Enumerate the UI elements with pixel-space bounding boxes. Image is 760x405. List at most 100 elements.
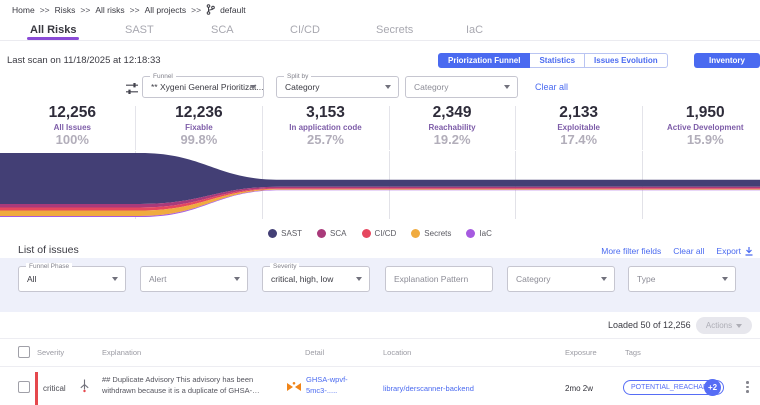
clear-all-link[interactable]: Clear all bbox=[535, 82, 568, 92]
filter-placeholder: Type bbox=[637, 274, 656, 284]
statistics-button[interactable]: Statistics bbox=[530, 53, 586, 68]
breadcrumb-risks[interactable]: Risks bbox=[55, 5, 76, 15]
funnel-area-chart bbox=[0, 151, 760, 219]
last-scan-text: Last scan on 11/18/2025 at 12:18:33 bbox=[7, 55, 161, 66]
chevron-down-icon bbox=[356, 277, 362, 281]
tab-bar: All Risks SAST SCA CI/CD Secrets IaC bbox=[0, 24, 760, 41]
inventory-assets-button[interactable]: Inventory Assets bbox=[694, 53, 760, 80]
advisory-package-icon bbox=[287, 382, 301, 391]
stat-divider bbox=[642, 106, 643, 150]
filter-label: Funnel Phase bbox=[26, 263, 73, 271]
filter-explanation-pattern[interactable]: Explanation Pattern bbox=[385, 266, 493, 292]
stat-label: Reachability bbox=[428, 123, 476, 132]
legend-item-secrets[interactable]: Secrets bbox=[411, 229, 451, 238]
stat-count: 12,236 bbox=[175, 104, 223, 121]
issues-evolution-button[interactable]: Issues Evolution bbox=[585, 53, 668, 68]
category-select[interactable]: Category bbox=[405, 76, 518, 98]
filter-funnel-phase[interactable]: Funnel Phase All bbox=[18, 263, 126, 292]
chevron-down-icon bbox=[601, 277, 607, 281]
list-of-issues-title: List of issues bbox=[18, 244, 79, 256]
more-filter-fields-link[interactable]: More filter fields bbox=[601, 246, 661, 256]
explanation-text: ## Duplicate Advisory This advisory has … bbox=[102, 375, 254, 395]
tab-sast[interactable]: SAST bbox=[125, 24, 154, 36]
tab-label: SAST bbox=[125, 24, 154, 36]
chevron-down-icon bbox=[112, 277, 118, 281]
export-link[interactable]: Export bbox=[716, 246, 754, 256]
breadcrumb-home[interactable]: Home bbox=[12, 5, 35, 15]
stat-count: 12,256 bbox=[48, 104, 96, 121]
filter-category[interactable]: Category bbox=[507, 266, 615, 292]
row-kebab-menu[interactable] bbox=[744, 379, 751, 395]
stat-percent: 25.7% bbox=[307, 132, 344, 147]
actions-button[interactable]: Actions bbox=[696, 317, 752, 334]
git-branch-icon bbox=[206, 4, 215, 15]
stat-all-issues: 12,256 All Issues 100% bbox=[9, 104, 136, 150]
breadcrumb-separator: >> bbox=[129, 4, 140, 15]
stat-count: 3,153 bbox=[306, 104, 345, 121]
tag-more-badge[interactable]: +2 bbox=[704, 379, 721, 396]
legend-item-sast[interactable]: SAST bbox=[268, 229, 302, 238]
row-checkbox[interactable] bbox=[18, 381, 30, 393]
severity-value: critical bbox=[43, 384, 66, 393]
priorization-funnel-button[interactable]: Priorization Funnel bbox=[438, 53, 531, 68]
split-by-select[interactable]: Split by Category bbox=[276, 73, 399, 98]
legend-dot bbox=[466, 229, 476, 238]
filter-type[interactable]: Type bbox=[628, 266, 736, 292]
tab-sca[interactable]: SCA bbox=[211, 24, 234, 36]
stat-label: Fixable bbox=[185, 123, 213, 132]
chart-legend: SAST SCA CI/CD Secrets IaC bbox=[0, 229, 760, 238]
tab-all-risks[interactable]: All Risks bbox=[27, 24, 80, 40]
stat-exploitable: 2,133 Exploitable 17.4% bbox=[515, 104, 642, 150]
legend-item-cicd[interactable]: CI/CD bbox=[361, 229, 396, 238]
tab-cicd[interactable]: CI/CD bbox=[290, 24, 320, 36]
filter-alert[interactable]: Alert bbox=[140, 266, 248, 292]
stat-count: 1,950 bbox=[685, 104, 725, 121]
breadcrumb-all-risks[interactable]: All risks bbox=[95, 5, 124, 15]
actions-label: Actions bbox=[705, 321, 733, 330]
filter-placeholder: Category bbox=[516, 274, 551, 284]
stat-label: All Issues bbox=[53, 123, 91, 132]
tab-secrets[interactable]: Secrets bbox=[376, 24, 413, 36]
legend-item-iac[interactable]: IaC bbox=[466, 229, 492, 238]
legend-item-sca[interactable]: SCA bbox=[317, 229, 347, 238]
exposure-value: 2mo 2w bbox=[565, 384, 594, 393]
legend-label: SCA bbox=[330, 229, 347, 238]
stat-divider bbox=[389, 106, 390, 150]
column-header-location: Location bbox=[383, 348, 412, 357]
location-link[interactable]: library/derscanner-backend bbox=[383, 384, 474, 393]
tab-label: CI/CD bbox=[290, 24, 320, 36]
breadcrumb-all-projects[interactable]: All projects bbox=[145, 5, 187, 15]
stat-count: 2,349 bbox=[432, 104, 472, 121]
stat-fixable: 12,236 Fixable 99.8% bbox=[136, 104, 263, 150]
clear-all-filters-link[interactable]: Clear all bbox=[673, 246, 704, 256]
chevron-down-icon bbox=[736, 323, 743, 328]
table-divider bbox=[0, 366, 760, 367]
breadcrumb-separator: >> bbox=[80, 4, 91, 15]
chevron-down-icon bbox=[250, 85, 256, 89]
column-header-severity: Severity bbox=[37, 348, 65, 357]
tab-label: All Risks bbox=[30, 24, 77, 36]
breadcrumb-current-project[interactable]: default bbox=[220, 5, 246, 15]
breadcrumb: Home >> Risks >> All risks >> All projec… bbox=[12, 4, 246, 15]
stat-count: 2,133 bbox=[559, 104, 599, 121]
issue-type-claw-icon bbox=[80, 379, 89, 393]
filter-severity[interactable]: Severity critical, high, low bbox=[262, 263, 370, 292]
tab-iac[interactable]: IaC bbox=[466, 24, 483, 36]
tune-sliders-icon[interactable] bbox=[125, 82, 139, 95]
filter-placeholder: Explanation Pattern bbox=[394, 274, 469, 284]
funnel-select-label: Funnel bbox=[150, 73, 176, 81]
severity-color-bar bbox=[35, 372, 38, 405]
stat-percent: 19.2% bbox=[433, 132, 471, 147]
list-links: More filter fields Clear all Export bbox=[601, 246, 754, 256]
funnel-select[interactable]: Funnel ** Xygeni General Prioritizat... bbox=[142, 73, 264, 98]
legend-dot bbox=[268, 229, 278, 238]
legend-label: Secrets bbox=[424, 229, 452, 238]
stat-divider bbox=[515, 106, 516, 150]
stat-reachability: 2,349 Reachability 19.2% bbox=[389, 104, 516, 150]
chevron-down-icon bbox=[385, 85, 391, 89]
funnel-stage-stats: 12,256 All Issues 100% 12,236 Fixable 99… bbox=[9, 104, 760, 150]
download-icon bbox=[745, 247, 753, 256]
stat-divider bbox=[135, 106, 136, 150]
select-all-checkbox[interactable] bbox=[18, 346, 30, 358]
detail-ghsa-link[interactable]: GHSA-wpvf-5mc3-..... bbox=[306, 375, 354, 397]
